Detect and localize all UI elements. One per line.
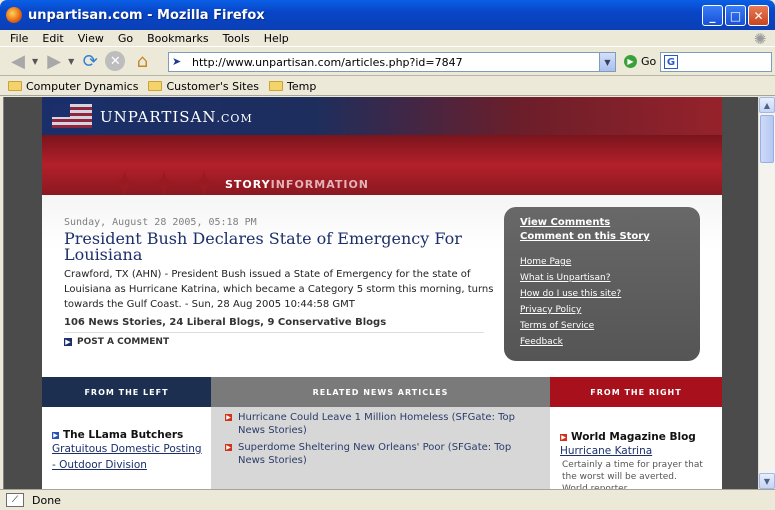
menu-help[interactable]: Help xyxy=(264,32,289,45)
arrow-square-icon: ▶ xyxy=(52,431,59,439)
left-column-header: FROM THE LEFT xyxy=(42,377,211,407)
menu-view[interactable]: View xyxy=(78,32,104,45)
story-actions-box: View Comments Comment on this Story Home… xyxy=(504,207,700,361)
google-icon[interactable]: G xyxy=(664,55,678,69)
web-page: UNPARTISAN.COM ✦ ✦ ✦ STORYINFORMATION Su… xyxy=(42,97,722,489)
section-label-information: INFORMATION xyxy=(270,178,370,191)
right-blog-name: World Magazine Blog xyxy=(571,431,696,443)
news-item[interactable]: ▶ Hurricane Could Leave 1 Million Homele… xyxy=(211,411,541,437)
menu-file[interactable]: File xyxy=(10,32,28,45)
feedback-link[interactable]: Feedback xyxy=(520,337,684,347)
center-column-header: RELATED NEWS ARTICLES xyxy=(211,377,550,407)
scroll-down-icon[interactable]: ▼ xyxy=(759,473,775,489)
page-viewport[interactable]: UNPARTISAN.COM ✦ ✦ ✦ STORYINFORMATION Su… xyxy=(3,97,758,489)
right-blog-title[interactable]: ▶ World Magazine Blog xyxy=(550,431,722,443)
bookmarks-toolbar: Computer Dynamics Customer's Sites Temp xyxy=(0,77,775,96)
how-to-use-link[interactable]: How do I use this site? xyxy=(520,289,684,299)
columns: FROM THE LEFT ▶ The LLama Butchers Gratu… xyxy=(42,377,722,489)
story-counts: 106 News Stories, 24 Liberal Blogs, 9 Co… xyxy=(64,317,387,328)
right-blog-link[interactable]: Hurricane Katrina xyxy=(550,443,715,459)
right-column-header: FROM THE RIGHT xyxy=(550,377,722,407)
left-blog-link[interactable]: Gratuitous Domestic Posting - Outdoor Di… xyxy=(42,441,207,473)
arrow-square-icon: ▶ xyxy=(225,444,232,451)
firefox-icon xyxy=(6,7,22,23)
story-panel: Sunday, August 28 2005, 05:18 PM Preside… xyxy=(42,195,722,377)
search-box[interactable]: G xyxy=(660,52,772,72)
left-column: FROM THE LEFT ▶ The LLama Butchers Gratu… xyxy=(42,377,211,489)
story-date: Sunday, August 28 2005, 05:18 PM xyxy=(64,217,257,228)
bookmark-temp[interactable]: Temp xyxy=(268,79,317,93)
url-input[interactable] xyxy=(192,55,602,69)
arrow-square-icon: ▶ xyxy=(225,414,232,421)
go-button[interactable]: ▶ Go xyxy=(624,55,656,68)
close-button[interactable]: ✕ xyxy=(748,5,769,26)
story-summary: Crawford, TX (AHN) - President Bush issu… xyxy=(64,269,494,310)
go-label: Go xyxy=(641,55,657,68)
bookmark-computer-dynamics[interactable]: Computer Dynamics xyxy=(8,80,138,93)
window-title: unpartisan.com - Mozilla Firefox xyxy=(28,7,265,23)
home-icon[interactable]: ⌂ xyxy=(130,49,154,73)
status-text: Done xyxy=(32,493,61,507)
bookmark-label: Computer Dynamics xyxy=(26,79,139,93)
url-dropdown-icon[interactable]: ▼ xyxy=(599,53,615,71)
divider xyxy=(64,332,484,333)
menu-tools[interactable]: Tools xyxy=(223,32,250,45)
comment-story-link[interactable]: Comment on this Story xyxy=(520,231,684,242)
menu-bar: File Edit View Go Bookmarks Tools Help xyxy=(0,30,775,46)
menu-edit[interactable]: Edit xyxy=(42,32,63,45)
view-comments-link[interactable]: View Comments xyxy=(520,217,684,228)
terms-link[interactable]: Terms of Service xyxy=(520,321,684,331)
forward-arrow-icon[interactable]: ▶ xyxy=(42,49,66,73)
address-bar[interactable]: ➤ ▼ xyxy=(168,52,616,72)
site-favicon-icon: ➤ xyxy=(172,55,182,68)
left-blog-title[interactable]: ▶ The LLama Butchers xyxy=(42,429,211,441)
status-bar: ⟋ Done xyxy=(0,489,775,510)
news-item-text: Hurricane Could Leave 1 Million Homeless… xyxy=(238,412,515,436)
right-blog-snippet: Certainly a time for prayer that the wor… xyxy=(562,460,703,489)
folder-icon xyxy=(148,81,163,91)
maximize-button[interactable]: □ xyxy=(725,5,746,26)
folder-icon xyxy=(268,81,283,91)
stop-icon[interactable]: ✕ xyxy=(105,51,126,71)
back-arrow-icon[interactable]: ◀ xyxy=(6,49,30,73)
privacy-policy-link[interactable]: Privacy Policy xyxy=(520,305,684,315)
brand-suffix: .COM xyxy=(216,112,253,125)
bookmark-label: Customer's Sites xyxy=(166,79,259,93)
flag-logo-icon xyxy=(52,104,92,128)
post-comment-link[interactable]: ▶ POST A COMMENT xyxy=(64,337,169,347)
brand-main: UNPARTISAN xyxy=(100,108,217,126)
folder-icon xyxy=(8,81,22,91)
section-label: STORYINFORMATION xyxy=(225,178,369,191)
banner: ✦ ✦ ✦ STORYINFORMATION xyxy=(42,135,722,202)
scroll-up-icon[interactable]: ▲ xyxy=(759,97,775,113)
bookmark-customers-sites[interactable]: Customer's Sites xyxy=(148,80,259,93)
back-dropdown-icon[interactable]: ▼ xyxy=(32,57,38,66)
status-connection-icon: ⟋ xyxy=(6,493,24,507)
home-page-link[interactable]: Home Page xyxy=(520,257,684,267)
right-column: FROM THE RIGHT ▶ World Magazine Blog Hur… xyxy=(550,377,722,489)
section-label-story: STORY xyxy=(225,178,271,191)
news-item-text: Superdome Sheltering New Orleans' Poor (… xyxy=(238,442,512,466)
forward-dropdown-icon[interactable]: ▼ xyxy=(68,57,74,66)
site-logo[interactable]: UNPARTISAN.COM xyxy=(100,108,253,126)
vertical-scrollbar[interactable]: ▲ ▼ xyxy=(758,97,775,489)
menu-go[interactable]: Go xyxy=(118,32,133,45)
title-bar: unpartisan.com - Mozilla Firefox _ □ ✕ xyxy=(0,0,775,30)
left-blog-name: The LLama Butchers xyxy=(63,429,184,441)
navigation-toolbar: ◀ ▼ ▶ ▼ ⟳ ✕ ⌂ ➤ ▼ ▶ Go G xyxy=(0,46,775,76)
go-arrow-icon: ▶ xyxy=(624,55,637,68)
news-item[interactable]: ▶ Superdome Sheltering New Orleans' Poor… xyxy=(211,441,541,467)
site-header: UNPARTISAN.COM xyxy=(42,97,722,135)
post-comment-label: POST A COMMENT xyxy=(77,337,170,347)
arrow-square-icon: ▶ xyxy=(64,338,72,346)
menu-bookmarks[interactable]: Bookmarks xyxy=(147,32,208,45)
center-column: RELATED NEWS ARTICLES ▶ Hurricane Could … xyxy=(211,377,550,489)
bookmark-label: Temp xyxy=(286,79,317,93)
scroll-thumb[interactable] xyxy=(760,115,774,163)
arrow-square-icon: ▶ xyxy=(560,433,567,441)
story-headline[interactable]: President Bush Declares State of Emergen… xyxy=(64,231,484,263)
reload-icon[interactable]: ⟳ xyxy=(78,49,102,73)
what-is-link[interactable]: What is Unpartisan? xyxy=(520,273,684,283)
minimize-button[interactable]: _ xyxy=(702,5,723,26)
